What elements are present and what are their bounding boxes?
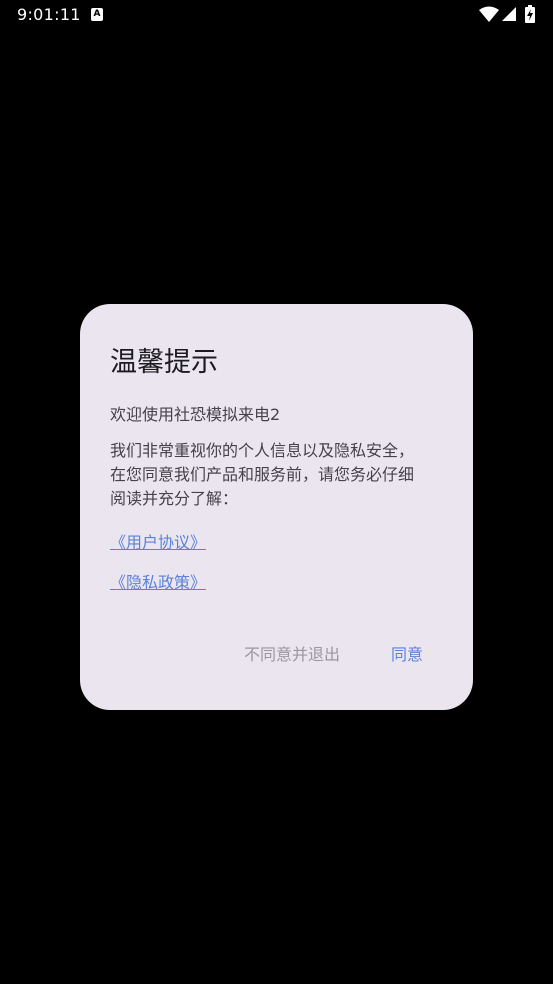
status-time: 9:01:11 <box>17 5 81 24</box>
privacy-statement-line: 我们非常重视你的个人信息以及隐私安全， <box>110 441 415 460</box>
cellular-signal-icon <box>502 7 516 21</box>
privacy-statement-line: 阅读并充分了解： <box>110 489 239 508</box>
dialog-title: 温馨提示 <box>110 347 218 378</box>
privacy-statement-line: 在您同意我们产品和服务前，请您务必仔细 <box>110 465 415 484</box>
welcome-text: 欢迎使用社恐模拟来电2 <box>110 405 281 424</box>
screen: 9:01:11 A 温馨提示 欢迎使用社恐模拟来电2 我们非常重视你的个人信息以… <box>0 0 553 984</box>
disagree-exit-button[interactable]: 不同意并退出 <box>244 641 340 665</box>
notification-a-icon: A <box>91 8 103 21</box>
agree-button[interactable]: 同意 <box>391 641 423 665</box>
wifi-icon <box>479 6 499 22</box>
privacy-statement: 我们非常重视你的个人信息以及隐私安全， 在您同意我们产品和服务前，请您务必仔细 … <box>110 439 450 511</box>
user-agreement-link[interactable]: 《用户协议》 <box>110 529 206 553</box>
privacy-dialog: 温馨提示 欢迎使用社恐模拟来电2 我们非常重视你的个人信息以及隐私安全， 在您同… <box>80 304 473 710</box>
status-bar: 9:01:11 A <box>0 0 553 32</box>
battery-charging-icon <box>525 5 535 23</box>
privacy-policy-link[interactable]: 《隐私政策》 <box>110 569 206 593</box>
